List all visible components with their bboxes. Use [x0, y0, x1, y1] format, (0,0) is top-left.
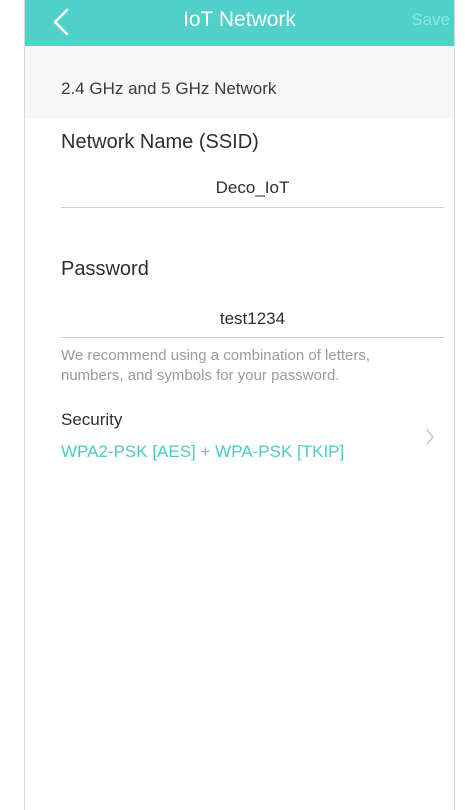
password-input[interactable]: test1234	[61, 309, 444, 329]
save-button[interactable]: Save	[411, 0, 450, 40]
password-hint-line-2: numbers, and symbols for your password.	[61, 367, 340, 384]
security-value: WPA2-PSK [AES] + WPA-PSK [TKIP]	[61, 442, 345, 461]
security-row[interactable]: Security WPA2-PSK [AES] + WPA-PSK [TKIP]	[25, 404, 454, 470]
app-screen: IoT Network Save 2.4 GHz and 5 GHz Netwo…	[24, 0, 455, 810]
password-hint-line-1: We recommend using a combination of lett…	[61, 347, 371, 364]
password-hint: We recommend using a combination of lett…	[61, 346, 454, 386]
password-label: Password	[61, 258, 149, 280]
top-bar: IoT Network Save	[25, 0, 454, 46]
security-label: Security	[61, 410, 123, 429]
ssid-input[interactable]: Deco_IoT	[61, 178, 444, 198]
ssid-underline	[61, 207, 444, 208]
back-button[interactable]	[41, 6, 81, 40]
page-title: IoT Network	[183, 8, 296, 31]
chevron-left-icon	[53, 8, 69, 36]
password-underline	[61, 337, 444, 338]
chevron-right-icon	[426, 429, 434, 445]
ssid-label: Network Name (SSID)	[61, 131, 259, 153]
section-title: 2.4 GHz and 5 GHz Network	[61, 79, 277, 98]
